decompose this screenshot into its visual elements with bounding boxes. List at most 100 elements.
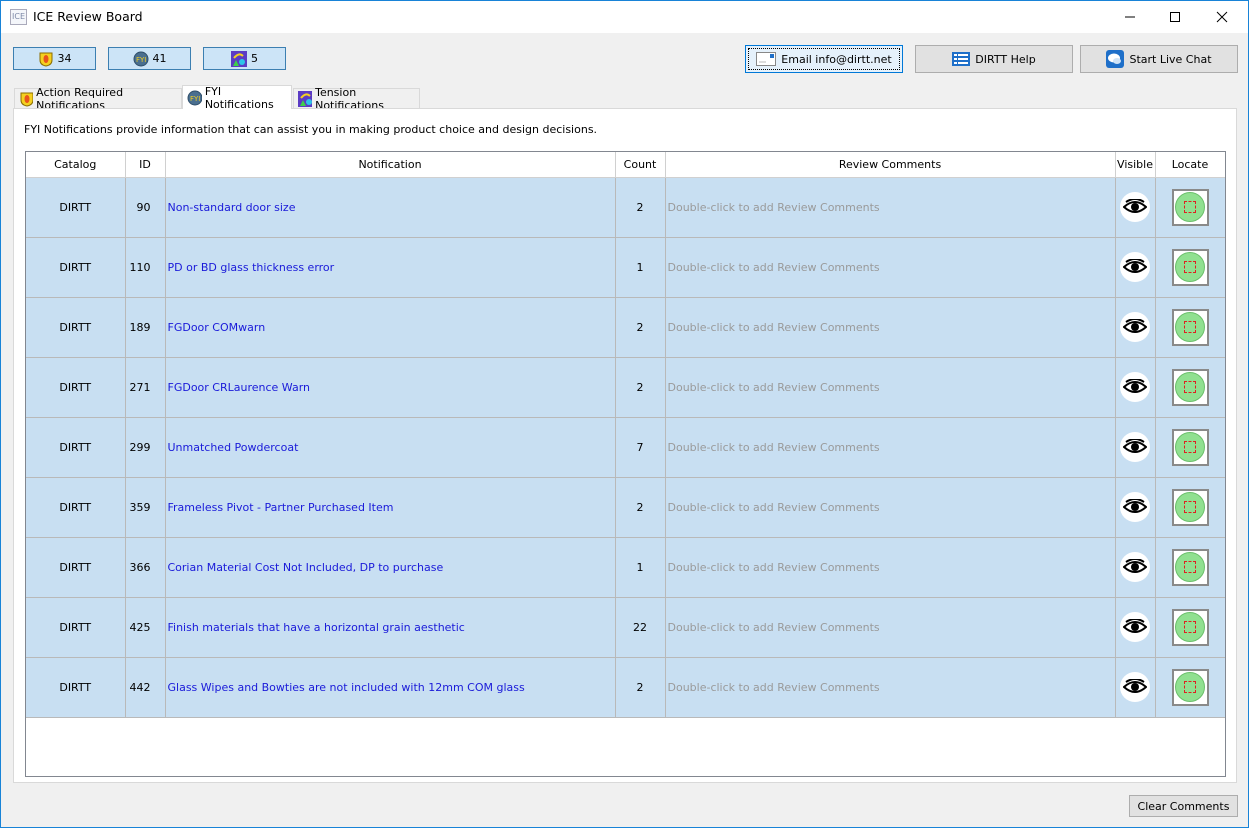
fyi-panel: FYI Notifications provide information th… <box>13 108 1237 783</box>
cell-notification[interactable]: Frameless Pivot - Partner Purchased Item <box>165 477 616 538</box>
column-header-catalog[interactable]: Catalog <box>26 152 126 178</box>
cell-visible <box>1115 657 1156 718</box>
cell-locate <box>1155 657 1225 718</box>
column-header-notification[interactable]: Notification <box>165 152 616 178</box>
locate-button[interactable] <box>1171 608 1209 646</box>
cell-visible <box>1115 417 1156 478</box>
tab-fyi[interactable]: FYI FYI Notifications <box>182 84 292 111</box>
cell-id: 359 <box>125 477 166 538</box>
visible-eye-icon[interactable] <box>1120 612 1150 642</box>
cell-review-comments[interactable]: Double-click to add Review Comments <box>665 477 1116 538</box>
cell-notification[interactable]: Corian Material Cost Not Included, DP to… <box>165 537 616 598</box>
locate-button[interactable] <box>1171 368 1209 406</box>
cell-notification[interactable]: FGDoor COMwarn <box>165 297 616 358</box>
close-button[interactable] <box>1199 1 1245 33</box>
app-icon: ICE <box>10 9 27 25</box>
cell-notification[interactable]: PD or BD glass thickness error <box>165 237 616 298</box>
table-row[interactable]: DIRTT 366 Corian Material Cost Not Inclu… <box>26 537 1225 598</box>
locate-button[interactable] <box>1171 548 1209 586</box>
locate-target-icon <box>1175 372 1205 402</box>
cell-notification[interactable]: Glass Wipes and Bowties are not included… <box>165 657 616 718</box>
cell-id: 271 <box>125 357 166 418</box>
locate-target-icon <box>1175 192 1205 222</box>
cell-visible <box>1115 177 1156 238</box>
table-row[interactable]: DIRTT 299 Unmatched Powdercoat 7 Double-… <box>26 417 1225 478</box>
tab-action-required[interactable]: Action Required Notifications <box>14 86 182 112</box>
locate-button[interactable] <box>1171 248 1209 286</box>
locate-target-icon <box>1175 612 1205 642</box>
tension-count: 5 <box>251 52 258 65</box>
visible-eye-icon[interactable] <box>1120 492 1150 522</box>
cell-review-comments[interactable]: Double-click to add Review Comments <box>665 357 1116 418</box>
locate-button[interactable] <box>1171 188 1209 226</box>
locate-button[interactable] <box>1171 428 1209 466</box>
locate-button[interactable] <box>1171 668 1209 706</box>
tension-shapes-icon <box>298 91 313 107</box>
maximize-button[interactable] <box>1152 1 1198 33</box>
table-row[interactable]: DIRTT 359 Frameless Pivot - Partner Purc… <box>26 477 1225 538</box>
cell-review-comments[interactable]: Double-click to add Review Comments <box>665 657 1116 718</box>
minimize-button[interactable] <box>1107 1 1153 33</box>
cell-locate <box>1155 477 1225 538</box>
cell-id: 189 <box>125 297 166 358</box>
cell-visible <box>1115 357 1156 418</box>
cell-notification[interactable]: FGDoor CRLaurence Warn <box>165 357 616 418</box>
visible-eye-icon[interactable] <box>1120 252 1150 282</box>
locate-button[interactable] <box>1171 488 1209 526</box>
column-header-id[interactable]: ID <box>125 152 166 178</box>
cell-notification[interactable]: Non-standard door size <box>165 177 616 238</box>
table-row[interactable]: DIRTT 442 Glass Wipes and Bowties are no… <box>26 657 1225 718</box>
cell-count: 2 <box>615 477 666 538</box>
fyi-count-button[interactable]: FYI 41 <box>108 47 191 70</box>
svg-text:FYI: FYI <box>136 56 146 64</box>
cell-visible <box>1115 537 1156 598</box>
tension-count-button[interactable]: 5 <box>203 47 286 70</box>
locate-button[interactable] <box>1171 308 1209 346</box>
visible-eye-icon[interactable] <box>1120 372 1150 402</box>
visible-eye-icon[interactable] <box>1120 432 1150 462</box>
tab-tension[interactable]: Tension Notifications <box>293 86 420 112</box>
cell-visible <box>1115 237 1156 298</box>
column-header-review-comments[interactable]: Review Comments <box>665 152 1116 178</box>
maximize-icon <box>1170 12 1180 22</box>
fyi-count: 41 <box>152 52 167 65</box>
action-required-shield-icon <box>20 92 34 107</box>
cell-review-comments[interactable]: Double-click to add Review Comments <box>665 177 1116 238</box>
cell-review-comments[interactable]: Double-click to add Review Comments <box>665 297 1116 358</box>
clear-comments-button[interactable]: Clear Comments <box>1129 795 1238 817</box>
tab-fyi-label: FYI Notifications <box>204 84 274 111</box>
cell-review-comments[interactable]: Double-click to add Review Comments <box>665 237 1116 298</box>
visible-eye-icon[interactable] <box>1120 192 1150 222</box>
table-row[interactable]: DIRTT 110 PD or BD glass thickness error… <box>26 237 1225 298</box>
visible-eye-icon[interactable] <box>1120 672 1150 702</box>
column-header-count[interactable]: Count <box>615 152 666 178</box>
chat-bubble-icon <box>1106 50 1125 68</box>
cell-review-comments[interactable]: Double-click to add Review Comments <box>665 537 1116 598</box>
cell-id: 299 <box>125 417 166 478</box>
cell-id: 442 <box>125 657 166 718</box>
table-row[interactable]: DIRTT 90 Non-standard door size 2 Double… <box>26 177 1225 238</box>
start-live-chat-button[interactable]: Start Live Chat <box>1080 45 1238 73</box>
cell-catalog: DIRTT <box>26 357 126 418</box>
table-row[interactable]: DIRTT 271 FGDoor CRLaurence Warn 2 Doubl… <box>26 357 1225 418</box>
panel-description: FYI Notifications provide information th… <box>24 123 598 136</box>
column-header-visible[interactable]: Visible <box>1115 152 1156 178</box>
table-row[interactable]: DIRTT 189 FGDoor COMwarn 2 Double-click … <box>26 297 1225 358</box>
column-header-locate[interactable]: Locate <box>1155 152 1225 178</box>
visible-eye-icon[interactable] <box>1120 552 1150 582</box>
dirtt-help-button[interactable]: DIRTT Help <box>915 45 1073 73</box>
table-row[interactable]: DIRTT 425 Finish materials that have a h… <box>26 597 1225 658</box>
visible-eye-icon[interactable] <box>1120 312 1150 342</box>
cell-catalog: DIRTT <box>26 537 126 598</box>
action-required-count-button[interactable]: 34 <box>13 47 96 70</box>
start-live-chat-label: Start Live Chat <box>1129 52 1212 66</box>
cell-review-comments[interactable]: Double-click to add Review Comments <box>665 597 1116 658</box>
cell-catalog: DIRTT <box>26 417 126 478</box>
cell-notification[interactable]: Unmatched Powdercoat <box>165 417 616 478</box>
email-button[interactable]: Email info@dirtt.net <box>745 45 903 73</box>
cell-count: 1 <box>615 237 666 298</box>
cell-notification[interactable]: Finish materials that have a horizontal … <box>165 597 616 658</box>
cell-review-comments[interactable]: Double-click to add Review Comments <box>665 417 1116 478</box>
locate-target-icon <box>1175 432 1205 462</box>
cell-visible <box>1115 477 1156 538</box>
